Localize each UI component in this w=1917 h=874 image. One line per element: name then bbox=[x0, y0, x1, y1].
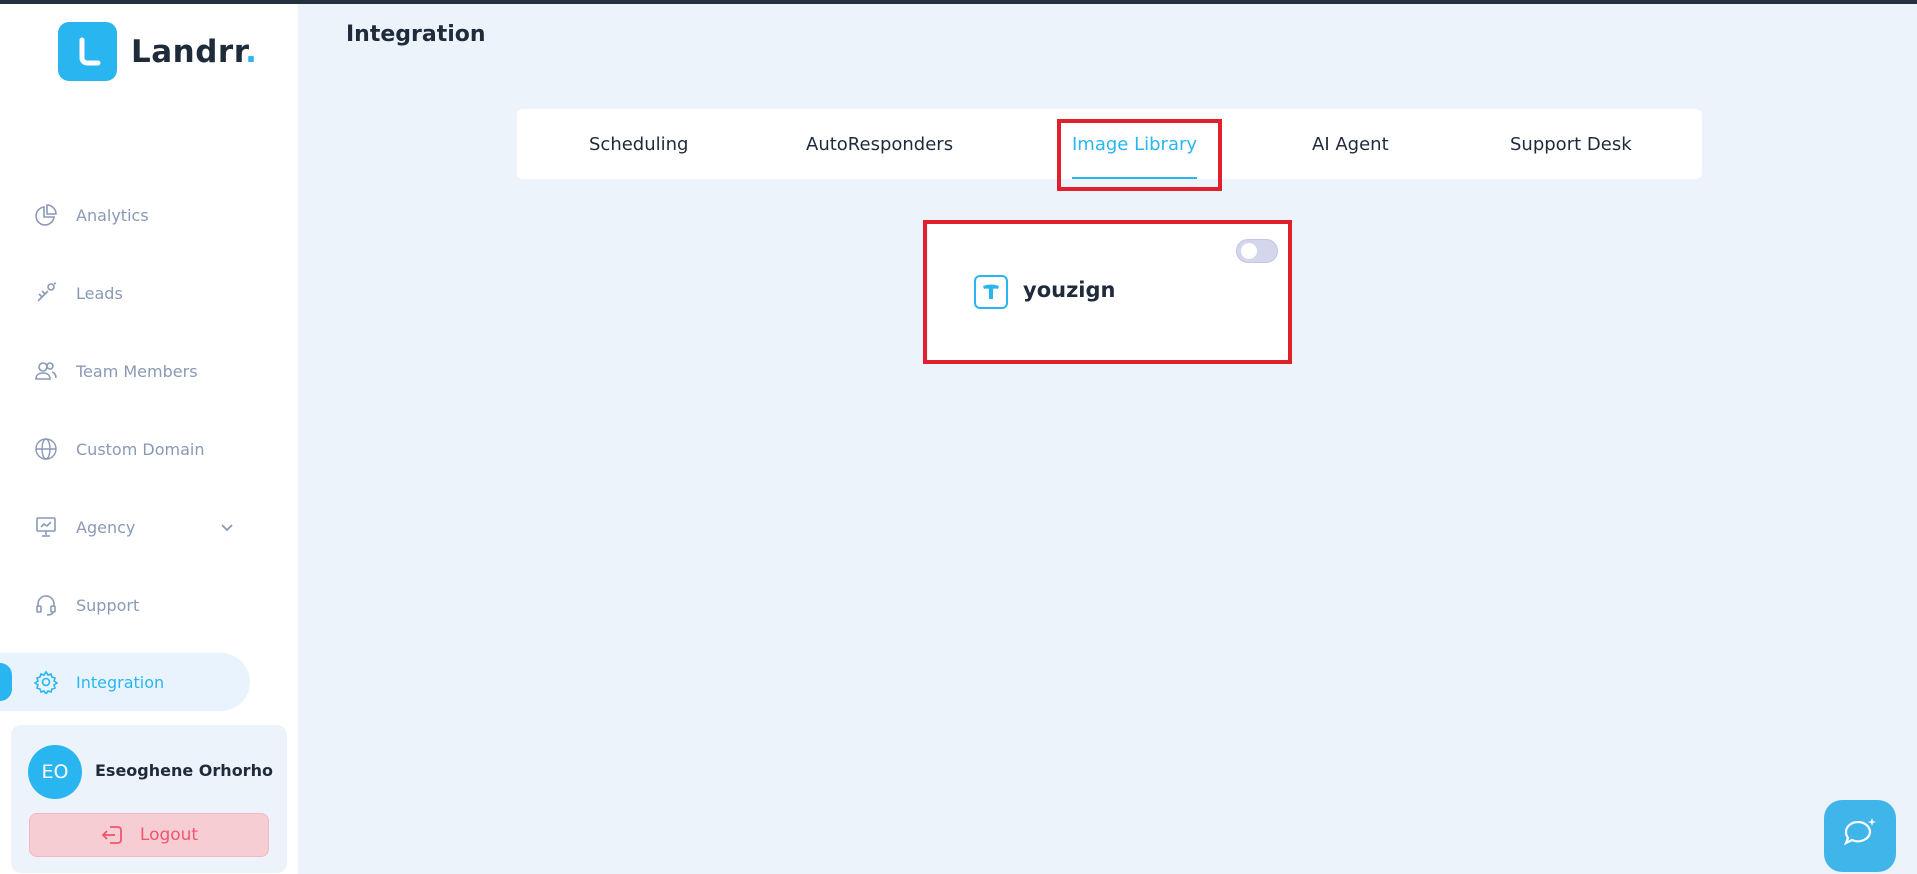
brand-name: Landrr. bbox=[131, 33, 258, 70]
tab-support-desk[interactable]: Support Desk bbox=[1510, 109, 1632, 179]
logout-icon bbox=[100, 823, 124, 847]
sidebar-item-leads[interactable]: Leads bbox=[0, 264, 250, 322]
globe-www-icon bbox=[34, 437, 58, 461]
chevron-down-icon[interactable] bbox=[217, 517, 237, 537]
pie-chart-icon bbox=[34, 203, 58, 227]
chat-icon bbox=[1840, 814, 1880, 858]
toggle-knob bbox=[1241, 243, 1257, 259]
leads-icon bbox=[34, 281, 58, 305]
sidebar-item-label: Leads bbox=[76, 283, 123, 303]
integration-name: youzign bbox=[1023, 278, 1116, 302]
headset-icon bbox=[34, 593, 58, 617]
sidebar-item-custom-domain[interactable]: Custom Domain bbox=[0, 420, 250, 478]
landrr-logo-icon bbox=[58, 22, 117, 81]
user-name: Eseoghene Orhorho bbox=[95, 761, 273, 780]
tab-autoresponders[interactable]: AutoResponders bbox=[806, 109, 953, 179]
users-icon bbox=[34, 359, 58, 383]
presentation-icon bbox=[34, 515, 58, 539]
sidebar-item-label: Integration bbox=[76, 672, 165, 692]
avatar[interactable]: EO bbox=[28, 745, 82, 799]
logout-label: Logout bbox=[139, 825, 199, 845]
sidebar-item-team-members[interactable]: Team Members bbox=[0, 342, 250, 400]
active-indicator bbox=[0, 663, 12, 701]
sidebar-item-label: Custom Domain bbox=[76, 439, 205, 459]
youzign-logo-icon bbox=[974, 275, 1008, 309]
sidebar-item-label: Team Members bbox=[76, 361, 198, 381]
sidebar-item-analytics[interactable]: Analytics bbox=[0, 186, 250, 244]
logout-button[interactable]: Logout bbox=[29, 813, 269, 857]
page-title: Integration bbox=[346, 22, 486, 47]
gear-icon bbox=[34, 670, 58, 694]
sidebar-item-label: Support bbox=[76, 595, 140, 615]
sidebar-item-label: Analytics bbox=[76, 205, 149, 225]
integration-tabs: Scheduling AutoResponders Image Library … bbox=[517, 109, 1702, 179]
tab-image-library[interactable]: Image Library bbox=[1072, 109, 1198, 179]
integration-card-youzign[interactable]: youzign bbox=[928, 222, 1290, 360]
sidebar-item-integration[interactable]: Integration bbox=[0, 653, 250, 711]
tab-ai-agent[interactable]: AI Agent bbox=[1312, 109, 1389, 179]
sidebar-item-agency[interactable]: Agency bbox=[0, 498, 250, 556]
brand-logo[interactable]: Landrr. bbox=[58, 22, 257, 81]
sidebar-item-label: Agency bbox=[76, 517, 136, 537]
sidebar: Landrr. Analytics Leads Team Members Cus… bbox=[0, 4, 298, 874]
user-card: EO Eseoghene Orhorho Logout bbox=[11, 725, 287, 873]
sidebar-item-support[interactable]: Support bbox=[0, 576, 250, 634]
youzign-toggle[interactable] bbox=[1236, 239, 1278, 263]
chat-support-button[interactable] bbox=[1824, 800, 1896, 872]
tab-scheduling[interactable]: Scheduling bbox=[589, 109, 688, 179]
